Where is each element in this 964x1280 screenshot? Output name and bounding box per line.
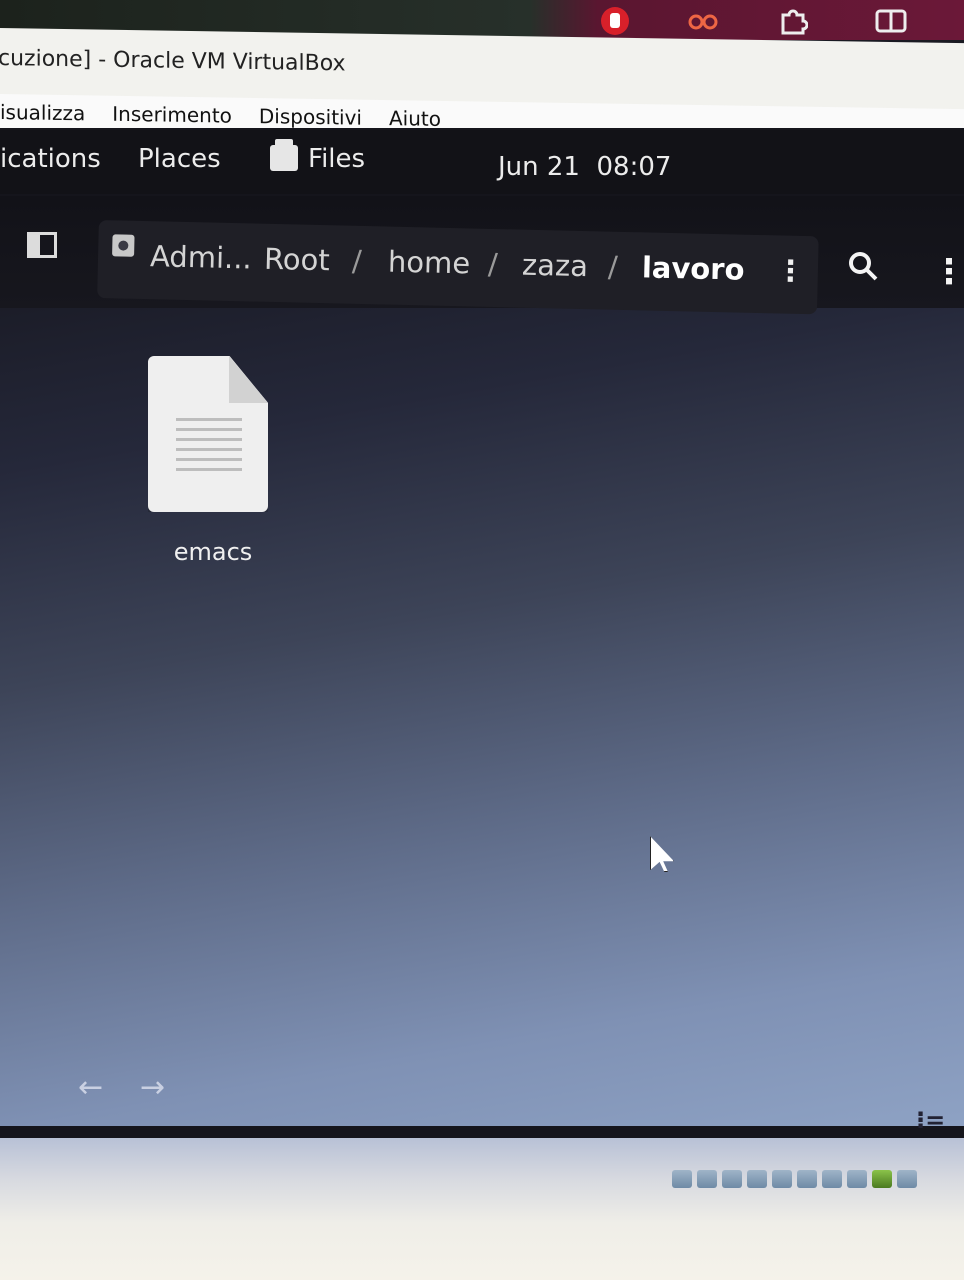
- recording-icon[interactable]: [847, 1170, 867, 1188]
- split-window-icon[interactable]: [874, 4, 908, 38]
- glasses-icon[interactable]: [686, 4, 720, 38]
- back-arrow-icon[interactable]: ←: [78, 1070, 103, 1105]
- path-segment-lavoro[interactable]: lavoro: [642, 250, 745, 286]
- list-view-icon[interactable]: ⁝=: [916, 1106, 945, 1134]
- path-drive[interactable]: Admi...: [150, 239, 252, 275]
- shared-folders-icon[interactable]: [797, 1170, 817, 1188]
- file-item-emacs[interactable]: [148, 356, 270, 516]
- file-view[interactable]: [0, 196, 964, 1126]
- path-segment-root[interactable]: Root: [264, 242, 330, 277]
- hand-icon[interactable]: [598, 4, 632, 38]
- clock[interactable]: Jun 21 08:07: [498, 152, 671, 182]
- app-menu-label: Files: [308, 144, 366, 174]
- usb-icon[interactable]: [772, 1170, 792, 1188]
- files-app-icon: [270, 139, 298, 171]
- path-options-kebab-icon[interactable]: ⋮: [776, 253, 806, 288]
- network-icon[interactable]: [747, 1170, 767, 1188]
- audio-icon[interactable]: [722, 1170, 742, 1188]
- menu-item-input[interactable]: Inserimento: [112, 102, 232, 128]
- optical-drive-icon[interactable]: [697, 1170, 717, 1188]
- forward-arrow-icon[interactable]: →: [140, 1070, 165, 1105]
- path-segment-home[interactable]: home: [388, 245, 471, 281]
- path-segment-zaza[interactable]: zaza: [522, 248, 589, 283]
- window-title: cuzione] - Oracle VM VirtualBox: [0, 45, 346, 77]
- file-name-label[interactable]: emacs: [150, 538, 276, 566]
- places-menu[interactable]: Places: [138, 144, 221, 174]
- path-separator: /: [607, 249, 619, 284]
- drive-icon: [112, 234, 135, 257]
- path-separator: /: [487, 246, 499, 282]
- mouse-integration-icon[interactable]: [897, 1170, 917, 1188]
- puzzle-icon[interactable]: [776, 4, 810, 38]
- display-icon[interactable]: [822, 1170, 842, 1188]
- cpu-icon[interactable]: [872, 1170, 892, 1188]
- path-bar[interactable]: Admi... Root / home / zaza / lavoro ⋮: [97, 220, 819, 315]
- app-menu-files[interactable]: Files: [270, 139, 366, 174]
- vm-status-bar: [0, 1138, 964, 1280]
- doc-lines: [176, 418, 242, 474]
- storage-icon[interactable]: [672, 1170, 692, 1188]
- menu-item-devices[interactable]: Dispositivi: [259, 104, 362, 130]
- sidebar-toggle-icon[interactable]: [27, 232, 57, 258]
- menu-item-view[interactable]: isualizza: [0, 100, 85, 125]
- applications-menu[interactable]: ications: [0, 144, 101, 174]
- path-separator: /: [351, 243, 363, 278]
- search-icon[interactable]: [848, 250, 878, 290]
- main-menu-kebab-icon[interactable]: ⋮: [932, 252, 964, 292]
- vm-status-icons: [672, 1170, 922, 1188]
- gnome-top-bar: ications Places Files Jun 21 08:07: [0, 130, 964, 194]
